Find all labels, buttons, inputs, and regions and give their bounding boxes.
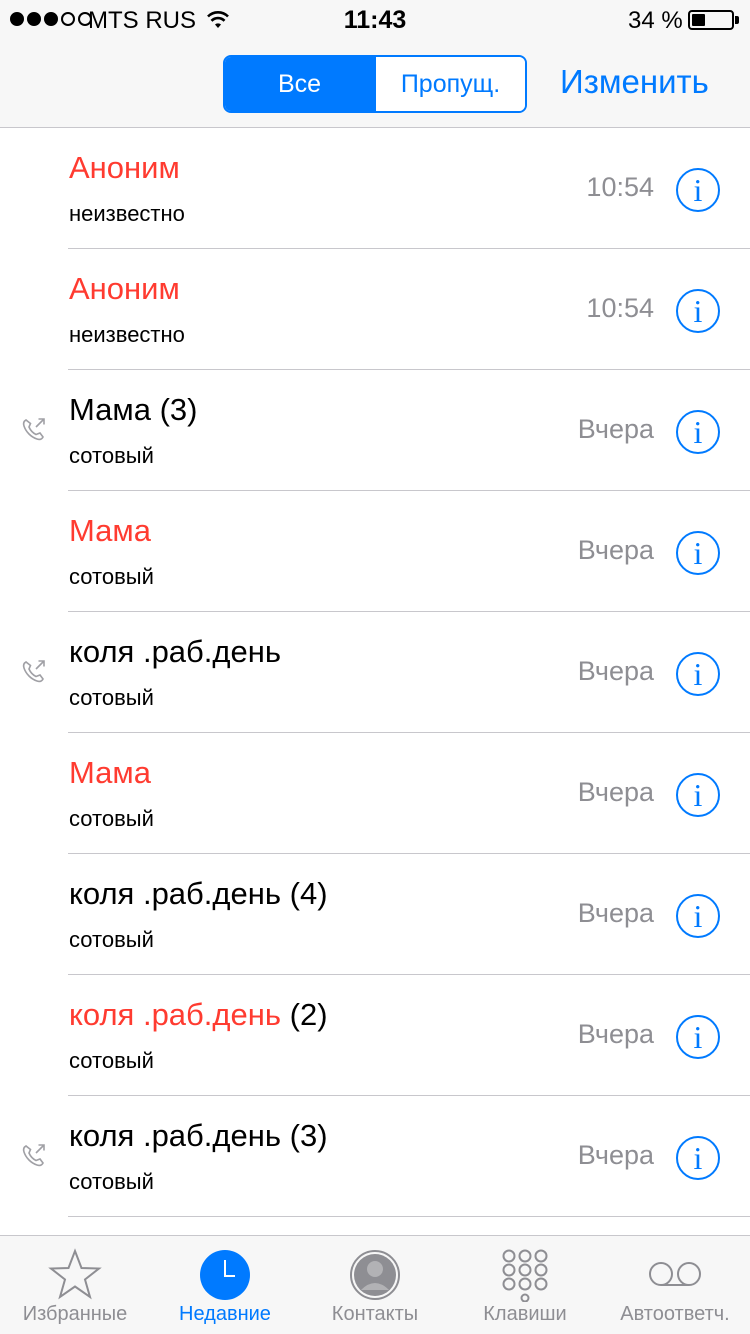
navigation-bar: Все Пропущ. Изменить [0, 40, 750, 128]
caller-name: коля .раб.день (2) [69, 997, 328, 1033]
recent-calls-list: Аноним неизвестно 10:54 i Аноним неизвестно 10… [0, 128, 750, 1217]
tab-label: Контакты [331, 1303, 419, 1325]
call-type-label: сотовый [69, 685, 154, 710]
call-row[interactable]: коля .раб.день (4) сотовый Вчера i [0, 854, 750, 975]
caller-name-text: Мама [69, 755, 151, 790]
call-row[interactable]: Мама сотовый Вчера i [0, 491, 750, 612]
info-icon[interactable]: i [676, 1136, 720, 1180]
info-icon[interactable]: i [676, 289, 720, 333]
call-time: 10:54 [586, 172, 654, 202]
caller-name: Аноним [69, 150, 180, 186]
call-row[interactable]: Аноним неизвестно 10:54 i [0, 249, 750, 370]
caller-name: Аноним [69, 271, 180, 307]
voicemail-icon [649, 1262, 701, 1286]
call-type-label: неизвестно [69, 322, 185, 347]
tab-favorites[interactable]: Избранные [0, 1236, 150, 1334]
call-time: Вчера [577, 1140, 654, 1170]
star-icon [48, 1248, 102, 1300]
call-type-label: сотовый [69, 564, 154, 589]
call-count: (3) [159, 392, 198, 427]
call-row[interactable]: Аноним неизвестно 10:54 i [0, 128, 750, 249]
tab-contacts[interactable]: Контакты [300, 1236, 450, 1334]
filter-segmented-control: Все Пропущ. [223, 55, 527, 113]
call-row[interactable]: коля .раб.день сотовый Вчера i [0, 612, 750, 733]
call-row[interactable]: Мама (3) сотовый Вчера i [0, 370, 750, 491]
contact-icon [350, 1250, 400, 1300]
caller-name-text: коля .раб.день [69, 876, 282, 911]
call-type-label: сотовый [69, 806, 154, 831]
tab-label: Недавние [179, 1303, 271, 1325]
info-icon[interactable]: i [676, 773, 720, 817]
tab-label: Клавиши [483, 1303, 567, 1325]
tab-recents[interactable]: Недавние [150, 1236, 300, 1334]
call-time: Вчера [577, 656, 654, 686]
call-type-label: сотовый [69, 1048, 154, 1073]
call-count: (4) [289, 876, 328, 911]
call-time: Вчера [577, 1019, 654, 1049]
caller-name-text: коля .раб.день [69, 1118, 282, 1153]
battery-fill [692, 14, 705, 26]
caller-name-text: Аноним [69, 271, 180, 306]
status-bar: MTS RUS 11:43 34 % [0, 0, 750, 40]
caller-name: коля .раб.день [69, 634, 281, 670]
row-divider [68, 1216, 750, 1217]
call-count: (3) [289, 1118, 328, 1153]
edit-button[interactable]: Изменить [560, 63, 709, 101]
call-row[interactable]: Мама сотовый Вчера i [0, 733, 750, 854]
caller-name: Мама [69, 513, 151, 549]
tab-voicemail[interactable]: Автоответч. [600, 1236, 750, 1334]
caller-name-text: коля .раб.день [69, 634, 282, 669]
call-time: Вчера [577, 535, 654, 565]
tab-keypad[interactable]: Клавиши [450, 1236, 600, 1334]
call-time: Вчера [577, 414, 654, 444]
segment-all[interactable]: Все [225, 57, 374, 111]
info-icon[interactable]: i [676, 168, 720, 212]
call-type-label: сотовый [69, 927, 154, 952]
outgoing-call-icon [22, 1144, 45, 1167]
battery-percentage: 34 % [628, 7, 683, 34]
info-icon[interactable]: i [676, 1015, 720, 1059]
call-type-label: неизвестно [69, 201, 185, 226]
caller-name-text: Мама [69, 392, 151, 427]
tab-label: Автоответч. [620, 1303, 730, 1325]
phone-screen: MTS RUS 11:43 34 % Все Пропущ. Изменить … [0, 0, 750, 1334]
info-icon[interactable]: i [676, 410, 720, 454]
info-icon[interactable]: i [676, 531, 720, 575]
battery-tip [735, 16, 739, 24]
call-type-label: сотовый [69, 1169, 154, 1194]
call-type-label: сотовый [69, 443, 154, 468]
caller-name-text: коля .раб.день [69, 997, 282, 1032]
caller-name: Мама (3) [69, 392, 197, 428]
call-count: (2) [289, 997, 328, 1032]
battery-icon [688, 10, 734, 30]
caller-name: коля .раб.день (3) [69, 1118, 328, 1154]
outgoing-call-icon [22, 660, 45, 683]
outgoing-call-icon [22, 418, 45, 441]
call-time: Вчера [577, 898, 654, 928]
call-row[interactable]: коля .раб.день (3) сотовый Вчера i [0, 1096, 750, 1217]
call-row[interactable]: коля .раб.день (2) сотовый Вчера i [0, 975, 750, 1096]
caller-name-text: Аноним [69, 150, 180, 185]
call-time: 10:54 [586, 293, 654, 323]
info-icon[interactable]: i [676, 652, 720, 696]
clock-icon [200, 1250, 250, 1300]
call-time: Вчера [577, 777, 654, 807]
caller-name: Мама [69, 755, 151, 791]
caller-name-text: Мама [69, 513, 151, 548]
info-icon[interactable]: i [676, 894, 720, 938]
segment-missed[interactable]: Пропущ. [374, 57, 525, 111]
tab-label: Избранные [22, 1303, 128, 1325]
tab-bar: Избранные Недавние Контакты Клавиши Авто… [0, 1235, 750, 1334]
caller-name: коля .раб.день (4) [69, 876, 328, 912]
keypad-icon [502, 1249, 548, 1302]
